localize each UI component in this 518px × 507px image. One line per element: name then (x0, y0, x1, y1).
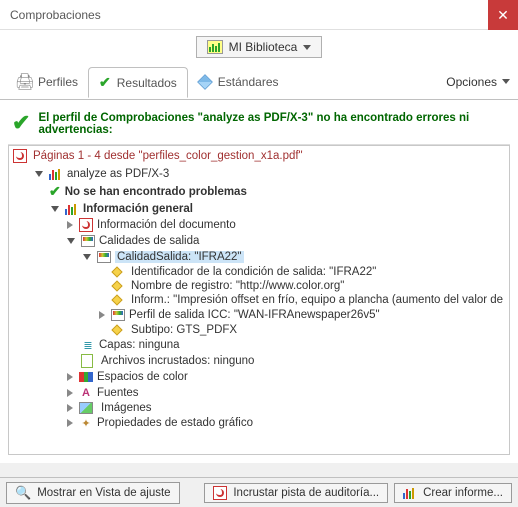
diamond-bullet-icon (111, 294, 122, 305)
tree-item-label[interactable]: Fuentes (97, 387, 139, 399)
check-large-icon: ✔ (12, 112, 30, 134)
icc-icon (111, 309, 125, 321)
expand-toggle[interactable] (99, 311, 105, 319)
tree-item-label[interactable]: Perfil de salida ICC: "WAN-IFRAnewspaper… (129, 309, 380, 321)
tabs: 🖨 Perfiles ✔ Resultados Estándares Opcio… (0, 64, 518, 100)
pdf-icon (213, 486, 227, 500)
magnifier-icon: 🔍 (15, 485, 31, 501)
pages-label: Páginas 1 - 4 desde "perfiles_color_gest… (33, 150, 303, 162)
button-label: Incrustar pista de auditoría... (233, 487, 379, 499)
output-icon (81, 235, 95, 247)
library-icon (207, 40, 223, 54)
content: ✔ El perfil de Comprobaciones "analyze a… (0, 100, 518, 463)
library-label: MI Biblioteca (229, 40, 298, 54)
embed-audit-button[interactable]: Incrustar pista de auditoría... (204, 483, 388, 503)
pages-header: Páginas 1 - 4 desde "perfiles_color_gest… (9, 146, 509, 166)
fonts-icon: A (79, 386, 93, 400)
library-row: MI Biblioteca (0, 30, 518, 64)
expand-toggle[interactable] (67, 389, 73, 397)
expand-toggle[interactable] (67, 404, 73, 412)
tree-item-label[interactable]: analyze as PDF/X-3 (67, 168, 169, 180)
create-report-button[interactable]: Crear informe... (394, 483, 512, 503)
expand-toggle[interactable] (67, 373, 73, 381)
tree-item-label: Identificador de la condición de salida:… (131, 266, 376, 278)
tree-item-label[interactable]: Calidades de salida (99, 235, 199, 247)
tab-label: Perfiles (38, 75, 78, 89)
library-dropdown[interactable]: MI Biblioteca (196, 36, 323, 58)
diamond-bullet-icon (111, 280, 122, 291)
button-label: Crear informe... (423, 487, 503, 499)
tab-profiles[interactable]: 🖨 Perfiles (8, 69, 88, 95)
profile-bars-icon (49, 168, 63, 180)
output-icon (97, 251, 111, 263)
tree-item-label: Inform.: "Impresión offset en frío, equi… (131, 294, 503, 306)
tree-item-label: Nombre de registro: "http://www.color.or… (131, 280, 344, 292)
diamond-bullet-icon (111, 266, 122, 277)
tree-item-label[interactable]: Información general (83, 203, 193, 215)
show-snap-view-button[interactable]: 🔍 Mostrar en Vista de ajuste (6, 482, 180, 504)
tree-item-label: No se han encontrado problemas (65, 186, 247, 198)
collapse-toggle[interactable] (67, 238, 75, 244)
pdf-icon (79, 218, 93, 232)
check-icon: ✔ (49, 183, 61, 200)
window-title: Comprobaciones (10, 8, 101, 22)
properties-icon: ✦ (79, 416, 93, 430)
tree-item-label[interactable]: Información del documento (97, 219, 236, 231)
summary-banner: ✔ El perfil de Comprobaciones "analyze a… (8, 108, 510, 145)
titlebar: Comprobaciones ✕ (0, 0, 518, 30)
diamond-icon (197, 74, 213, 90)
tree-view[interactable]: Páginas 1 - 4 desde "perfiles_color_gest… (8, 145, 510, 455)
collapse-toggle[interactable] (51, 206, 59, 212)
images-icon (79, 402, 93, 414)
button-label: Mostrar en Vista de ajuste (37, 487, 170, 499)
pdf-icon (13, 149, 27, 163)
expand-toggle[interactable] (67, 419, 73, 427)
tree-item-label[interactable]: Espacios de color (97, 371, 188, 383)
expand-toggle[interactable] (67, 221, 73, 229)
collapse-toggle[interactable] (35, 171, 43, 177)
layers-icon: ≣ (81, 338, 95, 352)
attachment-icon (81, 354, 93, 368)
tree-item-label: Subtipo: GTS_PDFX (131, 324, 237, 336)
colorspace-icon (79, 372, 93, 382)
tree-item-label[interactable]: CalidadSalida: "IFRA22" (115, 251, 244, 263)
tab-results[interactable]: ✔ Resultados (88, 67, 188, 98)
printer-icon: 🖨 (18, 75, 32, 89)
chevron-down-icon (502, 79, 510, 84)
bottom-toolbar: 🔍 Mostrar en Vista de ajuste Incrustar p… (0, 477, 518, 507)
info-icon (65, 203, 79, 215)
tree-item-label[interactable]: Propiedades de estado gráfico (97, 417, 253, 429)
chevron-down-icon (303, 45, 311, 50)
options-label: Opciones (446, 75, 497, 89)
diamond-bullet-icon (111, 324, 122, 335)
close-button[interactable]: ✕ (488, 0, 518, 30)
tab-label: Estándares (218, 75, 279, 89)
tree-item-label[interactable]: Imágenes (101, 402, 152, 414)
report-icon (403, 487, 417, 499)
tab-label: Resultados (117, 76, 177, 90)
tree-item-label: Capas: ninguna (99, 339, 180, 351)
collapse-toggle[interactable] (83, 254, 91, 260)
tab-standards[interactable]: Estándares (188, 69, 289, 95)
check-icon: ✔ (99, 74, 111, 91)
summary-text: El perfil de Comprobaciones "analyze as … (38, 112, 506, 136)
tree-item-label: Archivos incrustados: ninguno (101, 355, 254, 367)
options-menu[interactable]: Opciones (446, 75, 510, 89)
